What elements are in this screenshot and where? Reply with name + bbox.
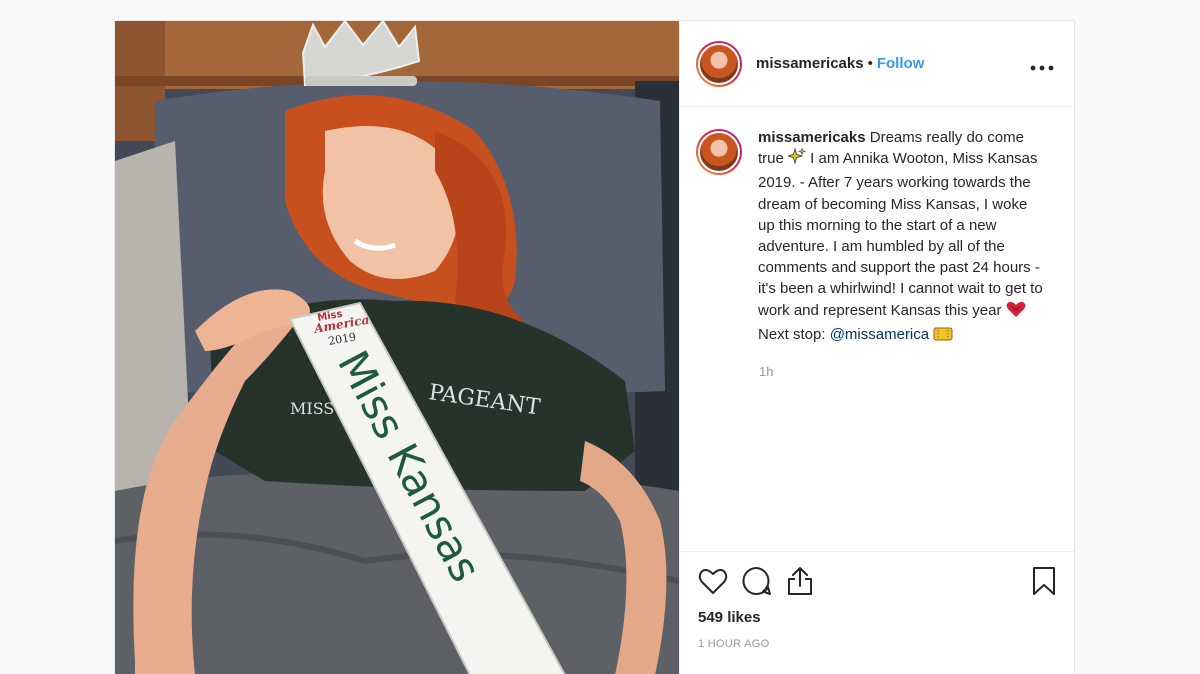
post-header: missamericaks • Follow xyxy=(680,21,1074,107)
post-sidebar: missamericaks • Follow missamericaks Dre… xyxy=(679,21,1074,674)
action-bar: 549 likes 1 HOUR AGO xyxy=(680,551,1074,650)
caption-avatar[interactable] xyxy=(696,129,742,175)
caption-timestamp[interactable]: 1h xyxy=(759,364,1074,379)
svg-text:MISS: MISS xyxy=(290,399,334,418)
mention-link[interactable]: @missamerica xyxy=(830,326,929,343)
action-icons xyxy=(698,564,1056,598)
share-upload-icon[interactable] xyxy=(786,566,814,596)
more-options-icon[interactable] xyxy=(1030,53,1054,75)
heart-outline-icon[interactable] xyxy=(698,567,728,595)
follow-button[interactable]: Follow xyxy=(877,55,925,72)
heart-emoji-icon xyxy=(1006,301,1026,324)
separator-dot: • xyxy=(867,55,873,72)
caption-username[interactable]: missamericaks xyxy=(758,129,866,146)
likes-count[interactable]: 549 likes xyxy=(698,609,1056,626)
caption-part-3: Next stop: xyxy=(758,325,830,343)
author-avatar[interactable] xyxy=(696,40,742,87)
post-photo[interactable]: MISS PAGEANT Miss America 2019 Miss Kans… xyxy=(115,21,679,674)
post-timestamp[interactable]: 1 HOUR AGO xyxy=(698,638,1056,650)
comment-bubble-icon[interactable] xyxy=(742,566,772,596)
instagram-post: MISS PAGEANT Miss America 2019 Miss Kans… xyxy=(114,20,1075,674)
caption-text: missamericaks Dreams really do come true… xyxy=(758,127,1048,348)
ticket-emoji-icon xyxy=(933,326,953,348)
bookmark-icon[interactable] xyxy=(1032,566,1056,596)
caption-part-2: I am Annika Wooton, Miss Kansas 2019. - … xyxy=(758,150,1043,319)
caption-section: missamericaks Dreams really do come true… xyxy=(680,107,1074,348)
sparkles-icon xyxy=(786,147,807,172)
author-username[interactable]: missamericaks xyxy=(756,55,864,72)
